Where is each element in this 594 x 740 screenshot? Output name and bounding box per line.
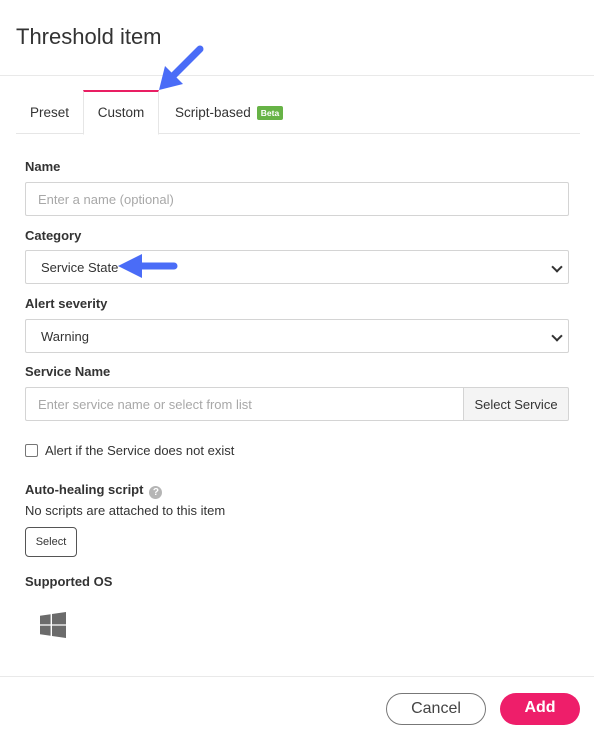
chevron-down-icon	[551, 261, 563, 273]
auto-healing-label: Auto-healing script	[25, 482, 144, 497]
name-label: Name	[25, 159, 61, 174]
name-input[interactable]	[25, 182, 569, 216]
auto-healing-label-row: Auto-healing script?	[25, 482, 163, 499]
auto-healing-status: No scripts are attached to this item	[25, 503, 226, 518]
add-button[interactable]: Add	[500, 693, 580, 725]
severity-value: Warning	[41, 329, 89, 344]
annotation-arrow-icon	[118, 254, 178, 278]
category-select[interactable]: Service State	[25, 250, 569, 284]
help-icon[interactable]: ?	[149, 486, 163, 499]
alert-if-missing-checkbox[interactable]	[25, 444, 38, 457]
severity-label: Alert severity	[25, 296, 108, 311]
dialog-title: Threshold item	[16, 24, 162, 49]
select-script-button[interactable]: Select	[25, 527, 77, 557]
select-service-button[interactable]: Select Service	[463, 387, 569, 421]
dialog-header: Threshold item	[0, 0, 594, 76]
windows-icon	[40, 612, 66, 638]
tab-script-based-label: Script-based	[175, 105, 251, 120]
tab-preset[interactable]: Preset	[16, 90, 83, 134]
category-label: Category	[25, 228, 82, 243]
severity-select[interactable]: Warning	[25, 319, 569, 353]
service-name-label: Service Name	[25, 364, 111, 379]
cancel-button[interactable]: Cancel	[386, 693, 486, 725]
alert-if-missing-label[interactable]: Alert if the Service does not exist	[45, 443, 234, 458]
tab-script-based[interactable]: Script-based Beta	[164, 90, 294, 134]
beta-badge: Beta	[256, 106, 284, 120]
tab-bar: Preset Custom Script-based Beta	[16, 90, 580, 135]
category-value: Service State	[41, 260, 119, 275]
supported-os-label: Supported OS	[25, 574, 113, 589]
chevron-down-icon	[551, 330, 563, 342]
annotation-arrow-icon	[159, 45, 204, 90]
service-name-input[interactable]	[25, 387, 464, 421]
tab-custom[interactable]: Custom	[83, 90, 159, 135]
